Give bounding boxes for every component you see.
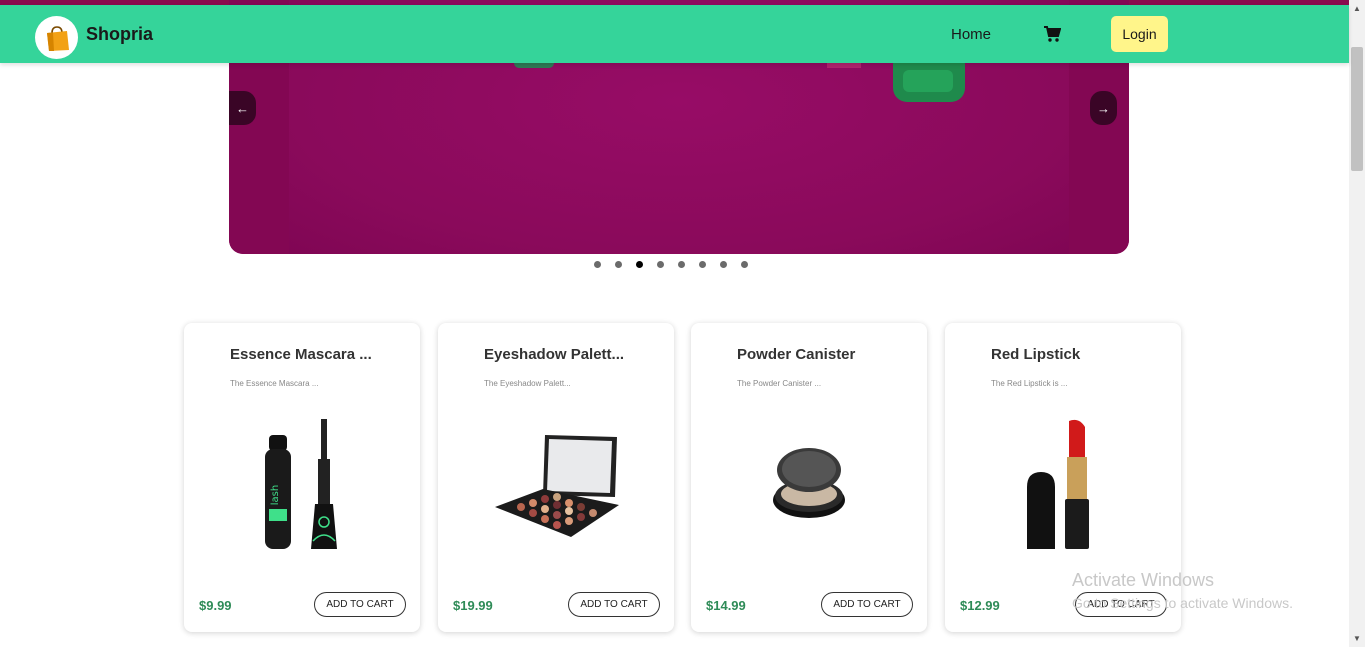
carousel-dot[interactable]: [594, 261, 601, 268]
product-title[interactable]: Essence Mascara ...: [230, 346, 372, 363]
powder-canister-image: [773, 447, 845, 518]
carousel-dot[interactable]: [636, 261, 643, 268]
carousel-dots: [594, 261, 748, 269]
svg-text:lash: lash: [270, 484, 281, 504]
windows-watermark-subtitle: Go to Settings to activate Windows.: [1072, 595, 1293, 611]
arrow-right-icon: →: [1097, 100, 1110, 116]
nav-home-link[interactable]: Home: [951, 26, 991, 43]
product-image[interactable]: [486, 409, 626, 564]
product-description: The Red Lipstick is ...: [991, 379, 1068, 388]
product-title[interactable]: Powder Canister: [737, 346, 855, 363]
product-price: $12.99: [960, 598, 1000, 613]
cart-icon[interactable]: [1043, 25, 1061, 43]
add-to-cart-button[interactable]: ADD TO CART: [821, 592, 913, 617]
product-image[interactable]: [739, 409, 879, 564]
carousel-dot[interactable]: [678, 261, 685, 268]
shopping-bag-icon: [46, 25, 69, 51]
product-image[interactable]: [993, 409, 1133, 564]
carousel-dot[interactable]: [699, 261, 706, 268]
brand-name[interactable]: Shopria: [86, 24, 153, 45]
logo[interactable]: [35, 16, 78, 59]
scroll-down-icon[interactable]: ▼: [1353, 634, 1361, 643]
mascara-image: lash: [265, 418, 337, 549]
eyeshadow-palette-image: [495, 434, 619, 537]
navbar: Shopria Home Login: [0, 5, 1349, 63]
product-card[interactable]: Powder Canister The Powder Canister ... …: [691, 323, 927, 632]
product-price: $14.99: [706, 598, 746, 613]
carousel-next-button[interactable]: →: [1090, 91, 1117, 125]
carousel-prev-button[interactable]: ←: [229, 91, 256, 125]
carousel-dot[interactable]: [720, 261, 727, 268]
scrollbar-thumb[interactable]: [1351, 47, 1363, 171]
product-image[interactable]: lash: [232, 409, 372, 564]
windows-watermark-title: Activate Windows: [1072, 570, 1215, 590]
product-price: $19.99: [453, 598, 493, 613]
red-lipstick-image: [1027, 419, 1089, 549]
add-to-cart-button[interactable]: ADD TO CART: [568, 592, 660, 617]
add-to-cart-button[interactable]: ADD TO CART: [314, 592, 406, 617]
scroll-up-icon[interactable]: ▲: [1353, 4, 1361, 13]
product-price: $9.99: [199, 598, 232, 613]
page-scrollbar[interactable]: ▲ ▼: [1349, 0, 1365, 647]
product-description: The Essence Mascara ...: [230, 379, 319, 388]
product-description: The Eyeshadow Palett...: [484, 379, 571, 388]
arrow-left-icon: ←: [236, 100, 249, 116]
product-card[interactable]: Eyeshadow Palett... The Eyeshadow Palett…: [438, 323, 674, 632]
product-card[interactable]: Essence Mascara ... The Essence Mascara …: [184, 323, 420, 632]
product-description: The Powder Canister ...: [737, 379, 822, 388]
carousel-dot[interactable]: [741, 261, 748, 268]
login-button[interactable]: Login: [1111, 16, 1168, 52]
carousel-dot[interactable]: [657, 261, 664, 268]
product-title[interactable]: Eyeshadow Palett...: [484, 346, 624, 363]
carousel-dot[interactable]: [615, 261, 622, 268]
product-title[interactable]: Red Lipstick: [991, 346, 1080, 363]
